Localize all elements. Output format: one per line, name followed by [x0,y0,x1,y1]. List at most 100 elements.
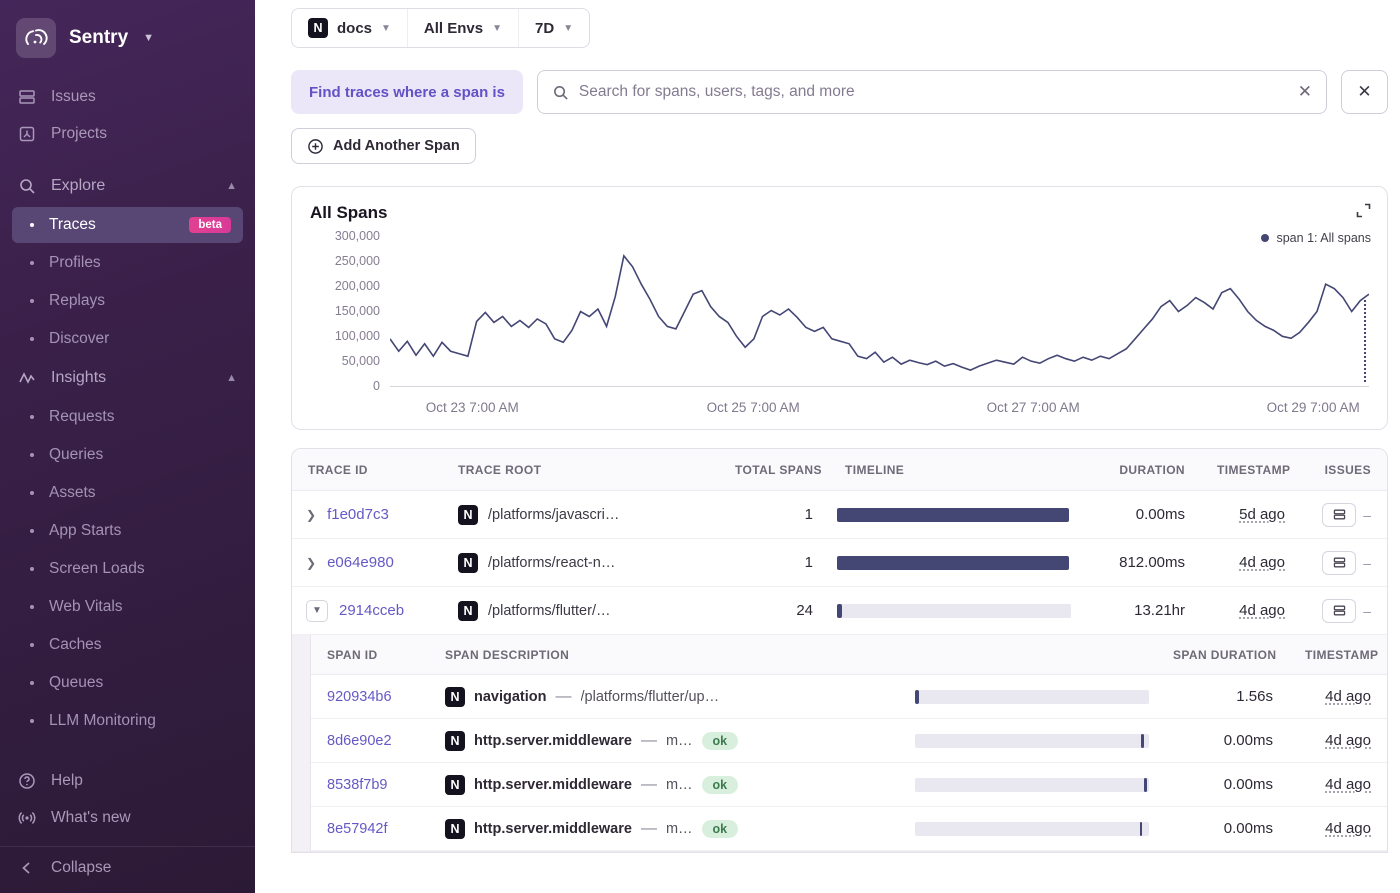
sidebar-item-profiles[interactable]: Profiles [12,245,243,281]
timestamp-value[interactable]: 4d ago [1325,776,1371,793]
x-tick: Oct 23 7:00 AM [426,400,519,415]
sidebar-item-traces[interactable]: Traces beta [12,207,243,243]
issues-icon [18,88,36,106]
expand-chevron-icon[interactable]: ❯ [306,556,316,570]
timeline-bar [837,508,1071,522]
sidebar-item-issues[interactable]: Issues [0,78,255,115]
traces-table: TRACE ID TRACE ROOT TOTAL SPANS TIMELINE… [291,448,1388,853]
duration-value: 13.21hr [1079,602,1201,619]
add-another-span-button[interactable]: Add Another Span [291,128,476,164]
timestamp-value[interactable]: 4d ago [1325,820,1371,837]
issues-count: – [1363,603,1371,619]
timestamp-value[interactable]: 4d ago [1325,732,1371,749]
span-duration-value: 0.00ms [1157,820,1289,837]
org-switcher[interactable]: Sentry ▼ [0,14,255,78]
trace-id-link[interactable]: f1e0d7c3 [327,506,389,523]
fullscreen-icon[interactable] [1356,203,1371,223]
expand-chevron-icon[interactable]: ❯ [306,508,316,522]
plus-circle-icon [307,138,324,155]
span-search-box[interactable]: ✕ [537,70,1327,114]
col-total-spans: TOTAL SPANS [719,463,829,477]
sidebar-item-queries[interactable]: Queries [12,437,243,473]
help-icon [18,772,36,790]
trace-id-link[interactable]: e064e980 [327,554,394,571]
sidebar-item-caches[interactable]: Caches [12,627,243,663]
table-row-expanded: ▼ 2914cceb N /platforms/flutter/… 24 13.… [292,587,1387,635]
project-selector[interactable]: N docs ▼ [292,9,407,47]
chevron-down-icon: ▼ [563,23,573,34]
timestamp-value[interactable]: 4d ago [1325,688,1371,705]
col-trace-root: TRACE ROOT [442,463,719,477]
remove-span-filter-button[interactable]: ✕ [1341,70,1388,114]
sidebar-item-projects[interactable]: Projects [0,115,255,152]
platform-icon: N [445,775,465,795]
environment-selector[interactable]: All Envs ▼ [407,9,518,47]
sidebar-item-label: What's new [51,809,131,827]
timestamp-value[interactable]: 4d ago [1239,602,1285,619]
close-icon: ✕ [1357,82,1371,102]
sidebar-item-assets[interactable]: Assets [12,475,243,511]
sidebar-item-label: Web Vitals [49,598,123,616]
sidebar-item-replays[interactable]: Replays [12,283,243,319]
trace-id-link[interactable]: 2914cceb [339,602,404,619]
issues-button[interactable] [1322,551,1356,575]
bullet-icon [30,719,34,723]
span-id-link[interactable]: 8e57942f [327,821,387,837]
add-another-span-label: Add Another Span [333,138,460,154]
search-clear-icon[interactable]: ✕ [1298,82,1312,102]
chevron-down-icon: ▼ [143,32,154,44]
sidebar-item-label: Queries [49,446,103,464]
chevron-up-icon: ▲ [226,372,237,384]
span-search-input[interactable] [579,83,1288,101]
sidebar-item-app-starts[interactable]: App Starts [12,513,243,549]
date-range-selector[interactable]: 7D ▼ [518,9,589,47]
issues-button[interactable] [1322,599,1356,623]
sidebar-section-explore[interactable]: Explore ▲ [0,166,255,206]
sidebar-item-queues[interactable]: Queues [12,665,243,701]
sidebar-item-label: Replays [49,292,105,310]
total-spans-value: 24 [719,602,829,619]
sidebar-item-whats-new[interactable]: What's new [0,799,255,836]
org-name: Sentry [69,27,128,49]
sidebar-item-help[interactable]: Help [0,762,255,799]
chart-body: 300,000 250,000 200,000 150,000 100,000 … [310,237,1369,393]
main-content: N docs ▼ All Envs ▼ 7D ▼ Find traces whe… [255,0,1400,893]
timeline-bar [837,556,1071,570]
sidebar-item-screen-loads[interactable]: Screen Loads [12,551,243,587]
span-id-link[interactable]: 920934b6 [327,689,392,705]
x-tick: Oct 29 7:00 AM [1267,400,1360,415]
sidebar-item-web-vitals[interactable]: Web Vitals [12,589,243,625]
sidebar-item-label: Traces [49,216,96,234]
section-label: Insights [51,369,211,387]
span-description-text: m… [666,733,693,749]
platform-icon: N [445,731,465,751]
sidebar-item-discover[interactable]: Discover [12,321,243,357]
platform-icon: N [458,601,478,621]
status-badge: ok [702,732,739,750]
platform-icon: N [445,687,465,707]
issues-button[interactable] [1322,503,1356,527]
sidebar-collapse-button[interactable]: Collapse [0,846,255,883]
projects-icon [18,125,36,143]
separator: — [641,776,657,794]
collapse-chevron-icon[interactable]: ▼ [306,600,328,622]
bullet-icon [30,223,34,227]
timeline-bar [837,604,1071,618]
span-row: 8538f7b9 N http.server.middleware — m… o… [311,763,1387,807]
timestamp-value[interactable]: 5d ago [1239,506,1285,523]
timestamp-value[interactable]: 4d ago [1239,554,1285,571]
col-span-duration: SPAN DURATION [1157,648,1289,662]
project-platform-icon: N [308,18,328,38]
sidebar-section-insights[interactable]: Insights ▲ [0,358,255,398]
span-id-link[interactable]: 8d6e90e2 [327,733,392,749]
chart-plot-area[interactable] [390,237,1369,387]
sidebar-item-requests[interactable]: Requests [12,399,243,435]
span-id-link[interactable]: 8538f7b9 [327,777,387,793]
status-badge: ok [702,776,739,794]
all-spans-chart-card: All Spans span 1: All spans 300,000 250,… [291,186,1388,430]
sidebar-item-llm-monitoring[interactable]: LLM Monitoring [12,703,243,739]
bullet-icon [30,337,34,341]
chart-y-axis: 300,000 250,000 200,000 150,000 100,000 … [310,229,390,393]
total-spans-value: 1 [719,506,829,523]
line-chart [390,237,1369,386]
